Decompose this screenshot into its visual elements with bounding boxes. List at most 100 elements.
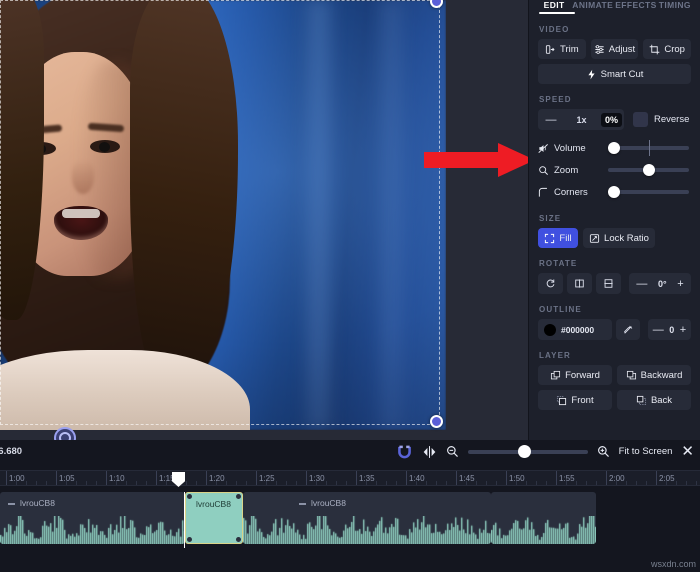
ruler-minor-tick xyxy=(376,481,377,485)
ruler-minor-tick xyxy=(446,481,447,485)
fit-to-screen-button[interactable]: Fit to Screen xyxy=(619,446,673,457)
playhead-handle[interactable] xyxy=(178,472,191,487)
tab-effects[interactable]: EFFECTS xyxy=(615,0,657,10)
ruler-minor-tick xyxy=(486,481,487,485)
crop-button[interactable]: Crop xyxy=(643,39,691,59)
backward-label: Backward xyxy=(641,370,683,381)
ruler-minor-tick xyxy=(86,481,87,485)
trim-icon xyxy=(545,44,556,55)
flip-horizontal-icon[interactable] xyxy=(567,273,592,294)
back-button[interactable]: Back xyxy=(617,390,691,410)
clip-corner-handle[interactable] xyxy=(236,537,241,542)
clip-corner-handle[interactable] xyxy=(187,494,192,499)
timeline-zoom-knob[interactable] xyxy=(518,445,531,458)
zoom-slider-knob[interactable] xyxy=(643,164,655,176)
timeline-clip-selected[interactable]: lvrouCB8 xyxy=(185,492,243,544)
timeline-zoom-track[interactable] xyxy=(468,450,588,454)
trim-button[interactable]: Trim xyxy=(538,39,586,59)
ruler-minor-tick xyxy=(416,481,417,485)
tab-animate[interactable]: ANIMATE xyxy=(572,0,613,10)
fill-button[interactable]: Fill xyxy=(538,228,578,248)
speed-decrease-button[interactable]: — xyxy=(540,114,562,126)
timeline-clip[interactable]: lvrouCB8 xyxy=(0,492,185,544)
time-ruler[interactable]: 1:001:051:101:151:201:251:301:351:401:45… xyxy=(0,470,700,486)
subject-eye-right xyxy=(90,140,120,153)
clip-handle-icon xyxy=(8,503,15,505)
ruler-minor-tick xyxy=(466,481,467,485)
ruler-minor-tick xyxy=(46,481,47,485)
preview-stage[interactable] xyxy=(0,0,528,440)
volume-slider-track[interactable] xyxy=(608,146,689,150)
corners-slider-knob[interactable] xyxy=(608,186,620,198)
ruler-minor-tick xyxy=(76,481,77,485)
close-icon[interactable]: ✕ xyxy=(681,444,694,459)
ruler-minor-tick xyxy=(696,481,697,485)
zoom-slider-track[interactable] xyxy=(608,168,689,172)
clip-label: lvrouCB8 xyxy=(20,498,55,508)
record-badge-inner xyxy=(59,432,71,440)
layer-row-1: Forward Backward xyxy=(538,365,691,385)
reverse-control[interactable]: Reverse xyxy=(633,112,689,127)
resize-handle-icon[interactable] xyxy=(430,415,443,428)
playhead[interactable] xyxy=(184,492,185,548)
corners-slider-track[interactable] xyxy=(608,190,689,194)
rotate-angle-stepper[interactable]: — 0° + xyxy=(629,273,691,294)
angle-increase-button[interactable]: + xyxy=(677,278,683,290)
tab-edit[interactable]: EDIT xyxy=(538,0,570,10)
zoom-in-icon[interactable] xyxy=(597,445,610,458)
layer-row-2: Front Back xyxy=(538,390,691,410)
eyedropper-icon[interactable] xyxy=(616,319,640,340)
ruler-minor-tick xyxy=(626,481,627,485)
section-label-rotate: ROTATE xyxy=(539,259,691,268)
eyedropper-glyph-icon xyxy=(623,324,634,335)
timeline-clip[interactable] xyxy=(491,492,596,544)
ruler-minor-tick xyxy=(546,481,547,485)
angle-decrease-button[interactable]: — xyxy=(636,278,647,290)
magnet-icon[interactable] xyxy=(396,445,413,459)
section-label-outline: OUTLINE xyxy=(539,305,691,314)
subject-nose xyxy=(72,160,94,194)
forward-button[interactable]: Forward xyxy=(538,365,612,385)
speed-rate-label: 1x xyxy=(576,115,586,125)
ruler-minor-tick xyxy=(366,481,367,485)
lock-ratio-label: Lock Ratio xyxy=(604,233,649,244)
adjust-label: Adjust xyxy=(609,44,635,55)
zoom-slider-row[interactable]: Zoom xyxy=(538,159,691,181)
outline-color-chip[interactable]: #000000 xyxy=(538,319,612,340)
rotate-icon[interactable] xyxy=(538,273,563,294)
outline-color-swatch[interactable] xyxy=(544,324,556,336)
volume-slider-row[interactable]: Volume xyxy=(538,137,691,159)
speed-stepper[interactable]: — 1x 0% xyxy=(538,109,624,130)
front-button[interactable]: Front xyxy=(538,390,612,410)
ruler-minor-tick xyxy=(26,481,27,485)
video-preview[interactable] xyxy=(0,0,446,430)
ruler-minor-tick xyxy=(66,481,67,485)
backward-button[interactable]: Backward xyxy=(617,365,691,385)
angle-value[interactable]: 0° xyxy=(658,279,667,289)
fill-icon xyxy=(544,233,555,244)
clip-corner-handle[interactable] xyxy=(187,537,192,542)
flip-vertical-icon[interactable] xyxy=(596,273,621,294)
adjust-button[interactable]: Adjust xyxy=(591,39,639,59)
timeline-clip[interactable]: lvrouCB8 xyxy=(243,492,491,544)
outline-width-value[interactable]: 0 xyxy=(669,325,674,335)
clip-corner-handle[interactable] xyxy=(236,494,241,499)
lightning-icon xyxy=(586,69,597,80)
ruler-minor-tick xyxy=(686,481,687,485)
outline-decrease-button[interactable]: — xyxy=(653,324,664,336)
reverse-checkbox[interactable] xyxy=(633,112,648,127)
zoom-out-icon[interactable] xyxy=(446,445,459,458)
smart-cut-button[interactable]: Smart Cut xyxy=(538,64,691,84)
ruler-minor-tick xyxy=(646,481,647,485)
ruler-minor-tick xyxy=(386,481,387,485)
lock-ratio-button[interactable]: Lock Ratio xyxy=(583,228,655,248)
outline-increase-button[interactable]: + xyxy=(680,324,686,336)
smart-cut-row: Smart Cut xyxy=(538,64,691,84)
outline-width-stepper[interactable]: — 0 + xyxy=(648,319,691,340)
split-icon[interactable] xyxy=(422,445,437,459)
tab-timing[interactable]: TIMING xyxy=(659,0,691,10)
flip-h-glyph-icon xyxy=(574,278,585,289)
corners-slider-row[interactable]: Corners xyxy=(538,181,691,203)
volume-slider-knob[interactable] xyxy=(608,142,620,154)
speed-percent-value[interactable]: 0% xyxy=(601,113,622,127)
